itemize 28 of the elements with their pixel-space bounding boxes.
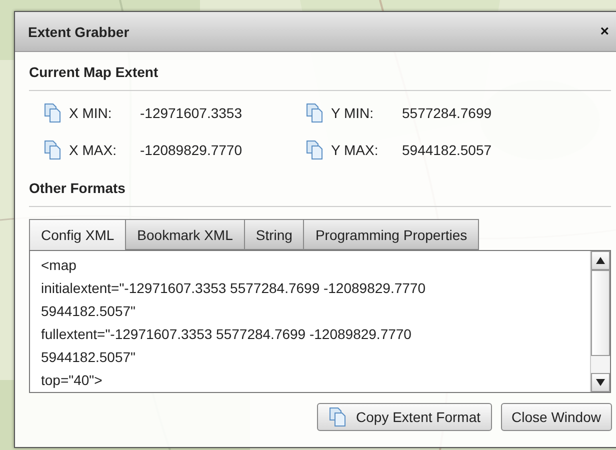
- copy-icon: [43, 103, 63, 123]
- scroll-up-icon[interactable]: [596, 257, 605, 264]
- close-window-button[interactable]: Close Window: [500, 403, 612, 431]
- field-label: Y MIN:: [331, 105, 375, 121]
- section-heading: Current Map Extent: [29, 64, 611, 91]
- xml-text: <map initialextent="-12971607.3353 5577284.7699 -12089829.7770 5944182.5057" fullextent="-12971607.3353 5577284.7699 -12089829.7770 5944182.5057" top="40">: [40, 256, 426, 390]
- field-value: 5944182.5057: [402, 142, 492, 158]
- copy-icon: [305, 140, 325, 160]
- scroll-down-icon[interactable]: [596, 379, 605, 386]
- field-label: X MIN:: [69, 105, 113, 121]
- tab[interactable]: Bookmark XML: [126, 219, 245, 250]
- field-label: Y MAX:: [331, 142, 380, 158]
- section-heading: Other Formats: [29, 180, 611, 207]
- copy-icon: [43, 140, 63, 160]
- copy-icon: [305, 103, 325, 123]
- tab[interactable]: Programming Properties: [304, 219, 480, 250]
- field-value: -12971607.3353: [140, 105, 242, 121]
- scrollbar[interactable]: [590, 251, 610, 392]
- copy-icon: [328, 407, 348, 427]
- tab[interactable]: String: [244, 219, 304, 250]
- close-button[interactable]: ×: [598, 23, 611, 40]
- window-title: Extent Grabber: [28, 24, 130, 40]
- tab[interactable]: Config XML: [29, 219, 126, 251]
- field-label: X MAX:: [69, 142, 118, 158]
- field-value: -12089829.7770: [140, 142, 242, 158]
- copy-button[interactable]: Copy Extent Format: [317, 403, 492, 431]
- field-value: 5577284.7699: [402, 105, 492, 121]
- text-area[interactable]: <map initialextent="-12971607.3353 5577284.7699 -12089829.7770 5944182.5057" fullextent="-12971607.3353 5577284.7699 -12089829.7770 5944182.5057" top="40">: [29, 250, 611, 393]
